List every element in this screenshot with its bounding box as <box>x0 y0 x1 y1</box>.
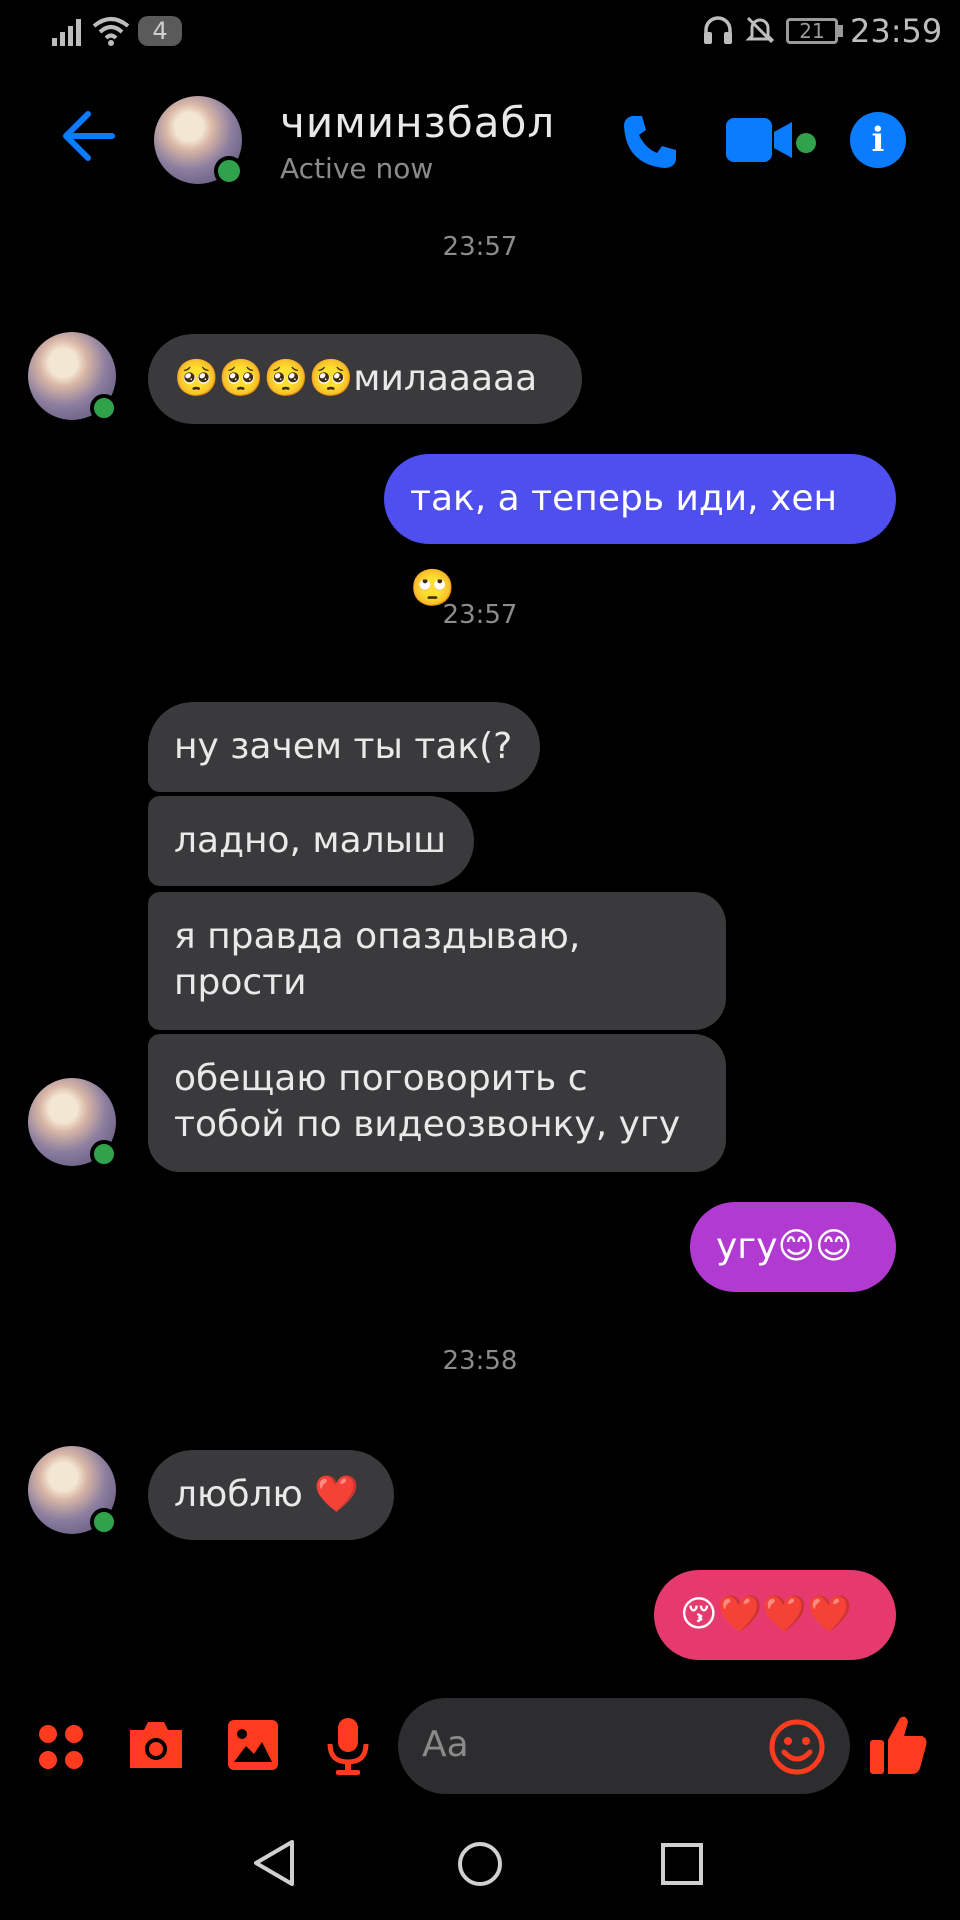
phone-icon[interactable] <box>620 112 680 172</box>
online-indicator <box>90 1508 118 1536</box>
thumbs-up-icon[interactable] <box>868 1712 930 1776</box>
battery-tip <box>838 25 843 37</box>
microphone-icon[interactable] <box>326 1716 370 1776</box>
video-camera-icon[interactable] <box>724 116 794 164</box>
gallery-icon[interactable] <box>226 1718 280 1772</box>
signal-icon <box>52 19 81 46</box>
home-circle-icon[interactable] <box>456 1840 504 1888</box>
wifi-icon <box>92 17 130 46</box>
back-triangle-icon[interactable] <box>252 1838 296 1888</box>
message-bubble-incoming[interactable]: обещаю поговорить с тобой по видеозвонку… <box>148 1034 726 1172</box>
message-bubble-incoming[interactable]: я правда опаздываю, прости <box>148 892 726 1030</box>
timestamp: 23:58 <box>442 1346 518 1376</box>
timestamp: 23:57 <box>442 232 518 262</box>
camera-icon[interactable] <box>126 1718 186 1772</box>
video-online-indicator <box>796 133 816 153</box>
battery-icon: 21 <box>786 18 838 44</box>
message-input-placeholder: Aa <box>422 1724 469 1765</box>
status-bar: 4 21 23:59 <box>0 0 960 64</box>
online-indicator <box>90 1140 118 1168</box>
online-indicator <box>90 394 118 422</box>
message-bubble-incoming[interactable]: люблю ❤️ <box>148 1450 394 1540</box>
apps-icon[interactable] <box>36 1722 86 1772</box>
headphones-icon <box>704 16 732 44</box>
emoji-icon[interactable] <box>768 1718 826 1776</box>
bell-muted-icon <box>745 16 775 44</box>
notification-count-badge: 4 <box>138 16 182 46</box>
message-bubble-incoming[interactable]: 🥺🥺🥺🥺милааааа <box>148 334 582 424</box>
message-bubble-incoming[interactable]: ну зачем ты так(? <box>148 702 540 792</box>
status-time: 23:59 <box>850 12 943 50</box>
contact-name[interactable]: чиминзбабл <box>280 98 555 147</box>
activity-status: Active now <box>280 152 434 185</box>
back-arrow-icon[interactable] <box>60 110 116 162</box>
info-icon[interactable]: i <box>850 112 906 168</box>
online-indicator <box>214 156 244 186</box>
message-bubble-incoming[interactable]: ладно, малыш <box>148 796 474 886</box>
message-bubble-outgoing[interactable]: угу😊😊 <box>690 1202 896 1292</box>
message-bubble-outgoing[interactable]: 😚❤️❤️❤️ <box>654 1570 896 1660</box>
timestamp: 23:57 <box>442 600 518 630</box>
message-bubble-outgoing[interactable]: так, а теперь иди, хен🙄 <box>384 454 896 609</box>
recents-square-icon[interactable] <box>660 1842 704 1886</box>
